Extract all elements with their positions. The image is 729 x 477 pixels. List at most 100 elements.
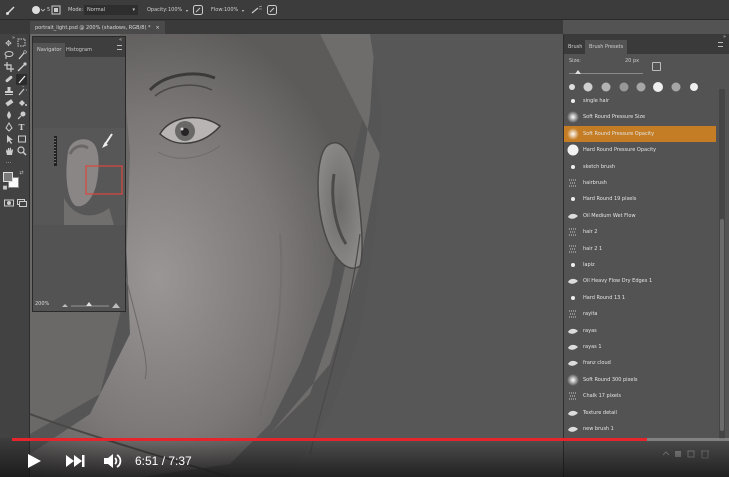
- opacity-field[interactable]: 100%: [168, 0, 188, 20]
- healing-brush-tool-icon[interactable]: [3, 74, 14, 85]
- video-progress-bar[interactable]: [12, 438, 729, 441]
- brush-preset-item[interactable]: lapiz: [564, 257, 716, 273]
- brush-tip-flake-icon: [567, 423, 579, 435]
- clone-stamp-tool-icon[interactable]: [3, 86, 14, 97]
- brush-preset-label: rayas 1: [583, 344, 602, 350]
- screen-mode-icon[interactable]: [16, 198, 27, 209]
- brush-preset-item-selected[interactable]: Soft Round Pressure Opacity: [564, 125, 716, 142]
- scrollbar-thumb[interactable]: [720, 219, 724, 431]
- brush-preset-label: single hair: [583, 98, 610, 104]
- swap-colors-icon[interactable]: ⇄: [18, 170, 25, 176]
- brush-preset-item[interactable]: rayas 1: [564, 339, 716, 355]
- tab-histogram[interactable]: Histogram: [62, 43, 96, 57]
- brush-preset-item[interactable]: rayas: [564, 323, 716, 339]
- brush-panel-toggle-icon[interactable]: [51, 0, 61, 20]
- panel-menu-icon[interactable]: [718, 42, 723, 47]
- brush-preset-item[interactable]: hairbrush: [564, 175, 716, 191]
- brush-tip-dot-icon: [567, 292, 579, 304]
- tools-panel: » ✥ T ··· ⇄ ■: [0, 34, 30, 477]
- next-icon: [66, 455, 85, 467]
- brush-preset-label: Oil Medium Wet Flow: [583, 212, 636, 219]
- brush-preset-label: Hard Round 13 1: [583, 294, 626, 301]
- pressure-size-icon[interactable]: [267, 0, 277, 20]
- next-button[interactable]: [64, 453, 86, 469]
- options-bar: 5 Mode: Normal ▾ Opacity: 100% ▾ Flow: 10…: [0, 0, 729, 20]
- tab-navigator[interactable]: Navigator: [33, 43, 66, 57]
- move-tool-icon[interactable]: ✥: [3, 38, 14, 49]
- brush-tip-tex-icon: [567, 308, 579, 320]
- brush-preset-item[interactable]: Soft Round 300 pixels: [564, 372, 716, 388]
- brush-tip-strip[interactable]: [567, 79, 717, 93]
- tab-brush[interactable]: Brush: [564, 40, 586, 54]
- panel-collapse-icon[interactable]: «: [119, 37, 122, 43]
- brush-preset-item[interactable]: rayita: [564, 306, 716, 322]
- quick-mask-icon[interactable]: [3, 198, 14, 209]
- brush-preset-item[interactable]: Hard Round 13 1: [564, 290, 716, 306]
- paint-bucket-tool-icon[interactable]: [16, 98, 27, 109]
- brush-preset-item[interactable]: single hair: [564, 93, 716, 109]
- brush-preset-item[interactable]: Soft Round Pressure Size: [564, 109, 716, 125]
- hand-tool-icon[interactable]: [3, 146, 14, 157]
- navigator-zoom-slider[interactable]: [61, 300, 121, 310]
- eraser-tool-icon[interactable]: [3, 98, 14, 109]
- pressure-opacity-icon[interactable]: [193, 0, 203, 20]
- size-slider-handle[interactable]: [575, 70, 581, 74]
- play-button[interactable]: [25, 452, 43, 470]
- brush-preset-item[interactable]: Oil Heavy Flow Dry Edges 1: [564, 273, 716, 289]
- default-colors-icon[interactable]: ■: [2, 185, 8, 191]
- crop-tool-icon[interactable]: [3, 62, 14, 73]
- foreground-color-swatch[interactable]: [3, 172, 13, 182]
- path-selection-tool-icon[interactable]: [3, 134, 14, 145]
- brush-preset-label: new brush 1: [583, 426, 614, 432]
- brush-tool-icon[interactable]: [5, 0, 17, 20]
- lasso-tool-icon[interactable]: [3, 50, 14, 61]
- blur-tool-icon[interactable]: [3, 110, 14, 121]
- marquee-tool-icon[interactable]: [16, 38, 27, 49]
- zoom-tool-icon[interactable]: [16, 146, 27, 157]
- brush-preset-label: Hard Round 19 pixels: [583, 196, 637, 203]
- history-brush-tool-icon[interactable]: [16, 83, 29, 97]
- more-tools-icon[interactable]: ···: [3, 158, 14, 169]
- flow-field[interactable]: 100%: [224, 0, 244, 20]
- dodge-tool-icon[interactable]: [16, 110, 27, 121]
- panel-menu-icon[interactable]: [117, 45, 122, 50]
- brush-preset-item[interactable]: hair 2: [564, 224, 716, 240]
- type-tool-icon[interactable]: T: [16, 122, 27, 133]
- brush-list-scrollbar[interactable]: [719, 89, 725, 439]
- brush-preset-item[interactable]: Texture detail: [564, 405, 716, 421]
- brush-preset-item[interactable]: Hard Round 19 pixels: [564, 191, 716, 207]
- flow-dropdown-icon[interactable]: ▾: [242, 0, 244, 20]
- close-icon[interactable]: ×: [155, 25, 159, 31]
- brush-presets-panel: » Brush Brush Presets Size: 20 px single…: [563, 34, 729, 477]
- mode-select[interactable]: Normal ▾: [84, 5, 138, 15]
- brush-preset-item[interactable]: Oil Medium Wet Flow: [564, 208, 716, 224]
- brush-preset-item[interactable]: new brush 1: [564, 421, 716, 437]
- size-value[interactable]: 20 px: [625, 58, 639, 64]
- panel-collapse-icon[interactable]: »: [723, 34, 726, 40]
- rectangle-tool-icon[interactable]: [16, 134, 27, 145]
- brush-preset-item[interactable]: Hard Round Pressure Opacity: [564, 142, 716, 158]
- document-title: portrait_light.psd @ 200% (shadows, RGB/…: [35, 24, 151, 31]
- brush-preset-item[interactable]: franz cloud: [564, 355, 716, 371]
- photoshop-window: 5 Mode: Normal ▾ Opacity: 100% ▾ Flow: 10…: [0, 0, 729, 477]
- brush-tool-icon[interactable]: [16, 74, 27, 85]
- brush-tip-tex-icon: [567, 390, 579, 402]
- brush-tip-flake-icon: [567, 275, 579, 287]
- opacity-dropdown-icon[interactable]: ▾: [186, 0, 188, 20]
- new-preset-icon[interactable]: [652, 62, 661, 71]
- volume-button[interactable]: [102, 452, 122, 470]
- navigator-preview[interactable]: [34, 128, 125, 225]
- document-tab[interactable]: portrait_light.psd @ 200% (shadows, RGB/…: [30, 21, 165, 34]
- brush-preset-item[interactable]: hair 2 1: [564, 241, 716, 257]
- quick-selection-tool-icon[interactable]: [16, 50, 27, 61]
- eyedropper-tool-icon[interactable]: [16, 62, 27, 73]
- brush-preset-item[interactable]: sketch brush: [564, 159, 716, 175]
- navigator-zoom-value[interactable]: 200%: [35, 301, 49, 307]
- size-slider[interactable]: [569, 70, 643, 76]
- pen-tool-icon[interactable]: [3, 122, 14, 133]
- brush-preset-picker[interactable]: 5: [30, 0, 50, 20]
- brush-preset-item[interactable]: Chalk 17 pixels: [564, 388, 716, 404]
- size-label: Size:: [569, 58, 581, 64]
- tab-brush-presets[interactable]: Brush Presets: [585, 40, 628, 54]
- airbrush-icon[interactable]: [251, 0, 263, 20]
